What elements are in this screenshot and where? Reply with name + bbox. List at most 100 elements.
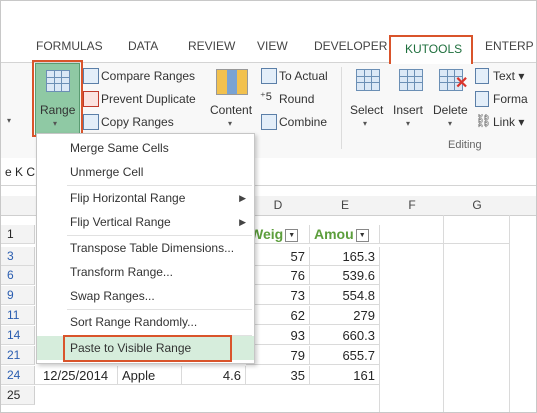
insert-dropdown-icon: ▾ — [406, 119, 411, 128]
menu-item-label: Flip Vertical Range — [70, 215, 171, 229]
row-header[interactable]: 24 — [1, 366, 35, 385]
table-cell[interactable]: Apple — [118, 366, 182, 385]
filter-dropdown-icon[interactable]: ▼ — [355, 228, 369, 242]
link-icon: ⛓ — [475, 113, 492, 128]
insert-button[interactable]: Insert ▾ — [391, 65, 429, 131]
combine-icon — [261, 114, 277, 130]
tab-data[interactable]: DATA — [128, 39, 158, 53]
content-icon — [216, 69, 248, 95]
select-icon — [356, 69, 380, 91]
menu-item-unmerge-cell[interactable]: Unmerge Cell — [37, 160, 254, 184]
format-icon — [475, 91, 489, 107]
table-cell[interactable]: 62 — [246, 306, 310, 325]
namebox-text[interactable]: e K C — [5, 165, 35, 179]
row-header[interactable]: 11 — [1, 306, 35, 325]
submenu-arrow-icon: ▶ — [239, 193, 246, 203]
combine-button[interactable]: Combine — [279, 115, 327, 129]
column-header-f[interactable]: F — [380, 196, 445, 216]
menu-item-transpose-table-dimensions[interactable]: Transpose Table Dimensions... — [37, 236, 254, 260]
link-button[interactable]: Link ▾ — [493, 115, 524, 129]
tab-developer[interactable]: DEVELOPER — [314, 39, 387, 53]
row-header[interactable]: 21 — [1, 346, 35, 365]
row-header[interactable]: 25 — [1, 386, 35, 405]
row-header[interactable]: 9 — [1, 286, 35, 305]
menu-item-flip-horizontal-range[interactable]: Flip Horizontal Range ▶ — [37, 186, 254, 210]
select-dropdown-icon: ▾ — [363, 119, 368, 128]
menu-item-sort-range-randomly[interactable]: Sort Range Randomly... — [37, 310, 254, 334]
table-cell[interactable]: 93 — [246, 326, 310, 345]
grid-line — [379, 247, 380, 412]
insert-icon — [399, 69, 423, 91]
paste-to-visible-highlight — [63, 335, 232, 362]
table-cell[interactable]: 539.6 — [310, 266, 380, 285]
text-icon — [475, 68, 489, 84]
copy-ranges-icon — [83, 114, 99, 130]
prevent-duplicate-button[interactable]: Prevent Duplicate — [101, 92, 196, 106]
table-cell[interactable] — [444, 225, 510, 244]
column-header-g[interactable]: G — [444, 196, 511, 216]
tab-formulas[interactable]: FORMULAS — [36, 39, 103, 53]
excel-window: FORMULAS DATA REVIEW VIEW DEVELOPER ENTE… — [0, 0, 537, 413]
range-button-highlight — [32, 60, 83, 137]
column-header-e[interactable]: E — [310, 196, 381, 216]
tab-enterprise[interactable]: ENTERP — [485, 39, 534, 53]
to-actual-button[interactable]: To Actual — [279, 69, 328, 83]
select-all-corner[interactable] — [1, 196, 36, 216]
range-dropdown-menu: Merge Same Cells Unmerge Cell Flip Horiz… — [36, 133, 255, 364]
table-cell[interactable]: 554.8 — [310, 286, 380, 305]
table-cell[interactable]: 279 — [310, 306, 380, 325]
menu-item-merge-same-cells[interactable]: Merge Same Cells — [37, 136, 254, 160]
prevent-duplicate-icon — [83, 91, 99, 107]
table-cell[interactable]: 4.6 — [182, 366, 246, 385]
filter-dropdown-icon[interactable]: ▼ — [285, 228, 299, 242]
round-button[interactable]: Round — [279, 92, 314, 106]
compare-ranges-button[interactable]: Compare Ranges — [101, 69, 195, 83]
select-button[interactable]: Select ▾ — [348, 65, 386, 131]
row-header[interactable]: 3 — [1, 247, 35, 266]
grid-line — [509, 215, 510, 412]
table-cell[interactable]: 57 — [246, 247, 310, 266]
row-header[interactable]: 14 — [1, 326, 35, 345]
content-button[interactable]: Content ▾ — [208, 65, 256, 131]
insert-label: Insert — [393, 103, 424, 117]
format-button[interactable]: Forma — [493, 92, 528, 106]
tab-kutools-label: KUTOOLS — [405, 42, 463, 56]
table-cell[interactable]: 12/25/2014 — [35, 366, 118, 385]
column-header-d[interactable]: D — [246, 196, 311, 216]
text-button[interactable]: Text ▾ — [493, 69, 524, 83]
delete-x-icon: ✕ — [455, 75, 469, 92]
table-cell[interactable]: 73 — [246, 286, 310, 305]
header-amount-text: Amou — [314, 226, 354, 242]
grid-line — [443, 215, 444, 412]
table-cell[interactable]: 165.3 — [310, 247, 380, 266]
group-caret-icon[interactable]: ▾ — [7, 116, 11, 125]
menu-item-transform-range[interactable]: Transform Range... — [37, 260, 254, 284]
round-icon: ⁺5 — [260, 91, 272, 103]
copy-ranges-button[interactable]: Copy Ranges — [101, 115, 174, 129]
compare-ranges-icon — [83, 68, 99, 84]
table-cell[interactable]: 655.7 — [310, 346, 380, 365]
table-cell[interactable]: 79 — [246, 346, 310, 365]
group-separator — [341, 67, 342, 149]
row-header[interactable]: 1 — [1, 225, 35, 244]
tab-kutools[interactable]: KUTOOLS — [389, 35, 473, 64]
table-cell[interactable]: 660.3 — [310, 326, 380, 345]
delete-button[interactable]: ✕ Delete ▾ — [433, 65, 471, 131]
table-cell[interactable]: 76 — [246, 266, 310, 285]
content-label: Content — [210, 103, 253, 117]
header-cell-weight[interactable]: Weig ▼ — [246, 225, 310, 244]
header-cell-amount[interactable]: Amou ▼ — [310, 225, 380, 244]
menu-item-flip-vertical-range[interactable]: Flip Vertical Range ▶ — [37, 210, 254, 234]
menu-item-label: Flip Horizontal Range — [70, 191, 186, 205]
menu-item-swap-ranges[interactable]: Swap Ranges... — [37, 284, 254, 308]
tab-review[interactable]: REVIEW — [188, 39, 235, 53]
table-cell[interactable] — [380, 225, 444, 244]
editing-group-label: Editing — [448, 139, 482, 151]
submenu-arrow-icon: ▶ — [239, 217, 246, 227]
table-cell[interactable]: 161 — [310, 366, 380, 385]
column-header-next — [510, 196, 536, 216]
tab-view[interactable]: VIEW — [257, 39, 288, 53]
table-cell[interactable]: 35 — [246, 366, 310, 385]
link-label: Link — [493, 115, 516, 129]
row-header[interactable]: 6 — [1, 266, 35, 285]
